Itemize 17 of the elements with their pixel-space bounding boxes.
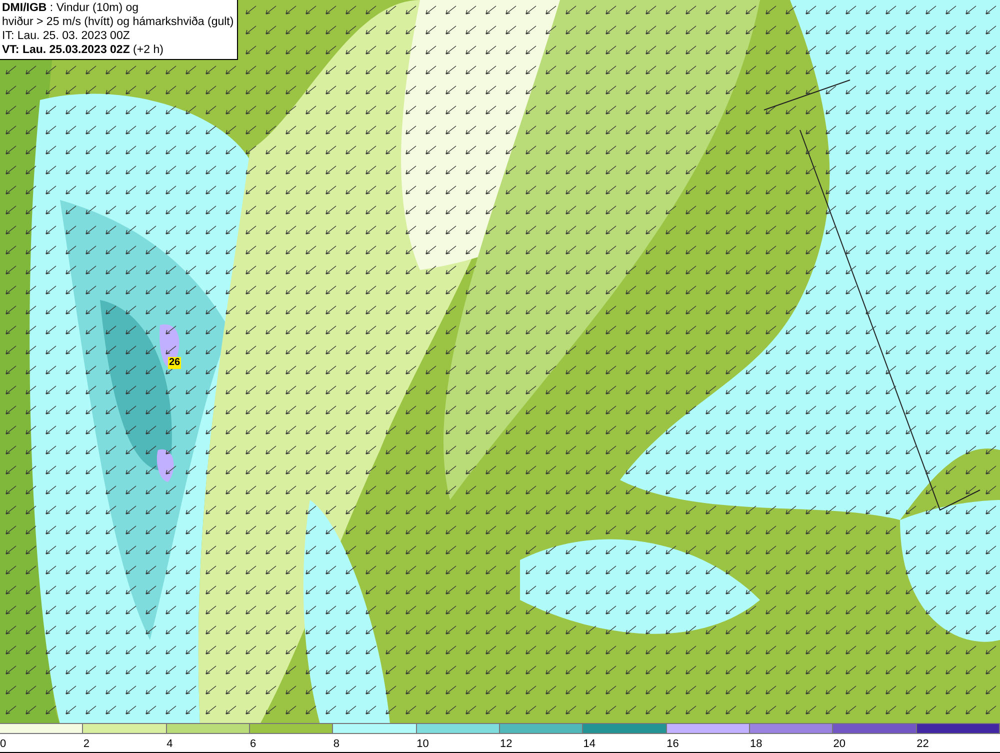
legend-tick-label: 12 <box>500 738 512 750</box>
legend-tick-label: 20 <box>833 738 846 750</box>
gust-value-label: 26 <box>168 357 182 369</box>
legend-tick-label: 8 <box>333 738 340 750</box>
info-text: IT: Lau. 25. 03. 2023 00Z <box>2 29 131 43</box>
legend-tick-label: 18 <box>750 738 762 750</box>
legend-tick-label: 0 <box>0 738 6 750</box>
legend-tick-label: 10 <box>416 738 429 750</box>
info-text: DMI/IGB : Vindur (10m) og <box>2 1 140 15</box>
legend-tick-label: 16 <box>666 738 679 750</box>
legend-tick-label: 2 <box>83 738 90 750</box>
legend-tick-label: 14 <box>583 738 596 750</box>
info-text: VT: Lau. 25.03.2023 02Z (+2 h) <box>2 43 164 57</box>
info-text: hviður > 25 m/s (hvítt) og hámarkshviða (gult) <box>2 15 234 29</box>
legend-tick-label: 22 <box>916 738 929 750</box>
legend-tick-label: 4 <box>166 738 173 750</box>
legend-tick-label: 6 <box>250 738 256 750</box>
